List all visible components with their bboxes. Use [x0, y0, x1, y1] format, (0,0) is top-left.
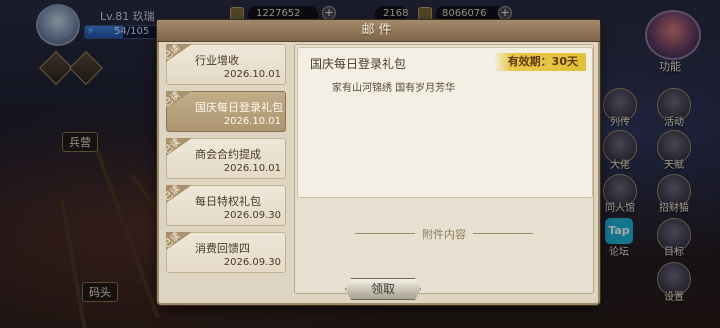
- mail-list-item[interactable]: 已读 行业增收 2026.10.01: [166, 44, 286, 85]
- validity-badge: 有效期：30天: [493, 53, 586, 71]
- mail-item-date: 2026.10.01: [223, 163, 281, 174]
- attachment-label: 附件内容: [422, 228, 466, 241]
- mail-list-item-selected[interactable]: 已读 国庆每日登录礼包 2026.10.01: [166, 91, 286, 132]
- read-tag: 已读: [166, 185, 192, 203]
- mail-dialog: 邮件 已读 行业增收 2026.10.01 已读 国庆每日登录礼包 2026.1…: [157, 20, 600, 305]
- mail-list: 已读 行业增收 2026.10.01 已读 国庆每日登录礼包 2026.10.0…: [166, 44, 286, 294]
- mail-list-item[interactable]: 已读 商会合约提成 2026.10.01: [166, 138, 286, 179]
- mail-item-title: 行业增收: [195, 54, 239, 67]
- mail-body: 国庆每日登录礼包 有效期：30天 家有山河锦绣 国有岁月芳华: [297, 47, 593, 198]
- read-tag: 已读: [166, 232, 192, 250]
- attachment-divider: 附件内容: [355, 227, 533, 241]
- mail-detail-panel: 国庆每日登录礼包 有效期：30天 家有山河锦绣 国有岁月芳华 附件内容: [294, 44, 594, 294]
- mail-list-item[interactable]: 已读 消费回馈四 2026.09.30: [166, 232, 286, 273]
- mail-item-title: 商会合约提成: [195, 148, 261, 161]
- mail-item-date: 2026.09.30: [223, 210, 281, 221]
- read-tag: 已读: [166, 138, 192, 156]
- mail-item-title: 消费回馈四: [195, 242, 250, 255]
- claim-button[interactable]: 领取: [345, 278, 421, 300]
- mail-content-text: 家有山河锦绣 国有岁月芳华: [332, 83, 456, 94]
- dialog-title: 邮件: [361, 23, 396, 38]
- divider-line: [473, 233, 533, 234]
- mail-item-title: 每日特权礼包: [195, 195, 261, 208]
- dialog-header: 邮件: [157, 20, 600, 42]
- mail-list-item[interactable]: 已读 每日特权礼包 2026.09.30: [166, 185, 286, 226]
- mail-item-date: 2026.10.01: [223, 69, 281, 80]
- read-tag: 已读: [166, 91, 192, 109]
- mail-detail-title: 国庆每日登录礼包: [310, 57, 407, 71]
- mail-item-date: 2026.10.01: [223, 116, 281, 127]
- mail-item-date: 2026.09.30: [223, 257, 281, 268]
- mail-item-title: 国庆每日登录礼包: [195, 101, 283, 114]
- read-tag: 已读: [166, 44, 192, 62]
